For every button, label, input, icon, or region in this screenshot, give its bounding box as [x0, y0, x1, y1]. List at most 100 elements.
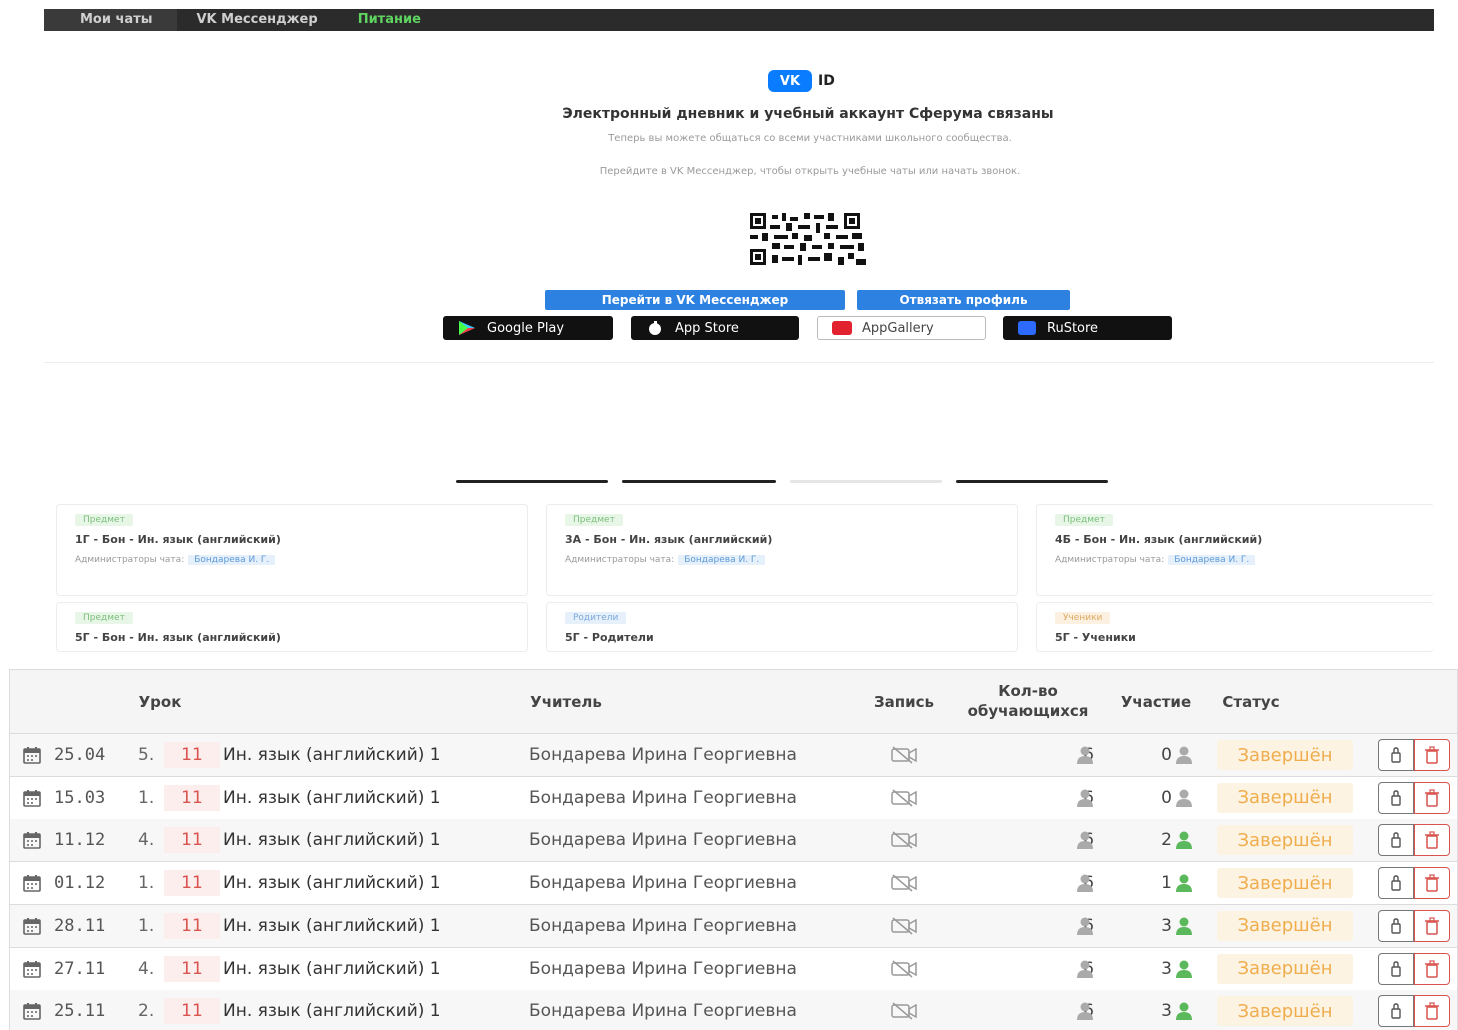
chat-tag: Родители — [565, 612, 627, 624]
nav-item-vk-messenger[interactable]: VK Мессенджер — [177, 9, 338, 31]
vk-subtext-2: Перейдите в VK Мессенджер, чтобы открыть… — [599, 166, 1021, 177]
header-status[interactable]: Статус — [1216, 692, 1286, 712]
lock-button[interactable] — [1378, 952, 1414, 985]
video-off-icon[interactable] — [890, 917, 918, 935]
go-to-vk-messenger-button[interactable]: Перейти в VK Мессенджер — [545, 290, 845, 310]
delete-button[interactable] — [1414, 909, 1450, 942]
delete-button[interactable] — [1414, 781, 1450, 814]
chat-card[interactable]: Предмет 3А - Бон - Ин. язык (английский)… — [546, 504, 1018, 596]
header-student-count[interactable]: Кол-во обучающихся — [958, 681, 1098, 721]
participation-count: 1 — [1161, 873, 1172, 894]
lock-button[interactable] — [1378, 995, 1414, 1028]
calendar-icon[interactable] — [22, 959, 42, 979]
chat-admins: Администраторы чата: Бондарева И. Г. — [1055, 555, 1256, 565]
trash-icon — [1425, 789, 1439, 807]
chat-card[interactable]: Предмет 5Г - Бон - Ин. язык (английский) — [56, 602, 528, 652]
lock-button[interactable] — [1378, 739, 1414, 771]
google-play-badge[interactable]: Google Play — [443, 316, 613, 340]
trash-icon — [1425, 959, 1439, 978]
status-badge: Завершён — [1217, 740, 1353, 770]
lesson-subject[interactable]: Ин. язык (английский) 1 — [223, 990, 441, 1030]
lesson-subject[interactable]: Ин. язык (английский) 1 — [223, 734, 441, 776]
lock-icon — [1391, 789, 1401, 806]
unlink-profile-button[interactable]: Отвязать профиль — [857, 290, 1070, 310]
chat-card[interactable]: Предмет 1Г - Бон - Ин. язык (английский)… — [56, 504, 528, 596]
trash-icon — [1425, 917, 1439, 935]
lesson-subject[interactable]: Ин. язык (английский) 1 — [223, 948, 441, 990]
lesson-date: 28.11 — [54, 915, 106, 936]
lesson-number: 5. — [138, 745, 155, 765]
lock-icon — [1391, 1003, 1401, 1019]
person-icon — [1077, 960, 1093, 978]
trash-icon — [1425, 746, 1439, 764]
person-icon — [1176, 874, 1192, 893]
video-off-icon[interactable] — [890, 874, 918, 892]
appgallery-badge[interactable]: AppGallery — [817, 316, 986, 340]
person-icon — [1077, 1002, 1093, 1021]
video-off-icon[interactable] — [890, 1002, 918, 1020]
admin-name[interactable]: Бондарева И. Г. — [678, 555, 766, 565]
lock-button[interactable] — [1378, 824, 1414, 857]
chat-title: 5Г - Родители — [565, 631, 654, 644]
admin-name[interactable]: Бондарева И. Г. — [188, 555, 276, 565]
delete-button[interactable] — [1414, 824, 1450, 857]
status-badge: Завершён — [1217, 953, 1353, 984]
delete-button[interactable] — [1414, 867, 1450, 900]
lesson-subject[interactable]: Ин. язык (английский) 1 — [223, 905, 441, 947]
lesson-subject[interactable]: Ин. язык (английский) 1 — [223, 862, 441, 904]
header-lesson[interactable]: Урок — [130, 692, 190, 712]
calendar-icon[interactable] — [22, 916, 42, 936]
nav-item-food[interactable]: Питание — [338, 9, 441, 31]
app-store-label: App Store — [675, 320, 739, 336]
header-participation[interactable]: Участие — [1114, 692, 1198, 712]
lesson-number: 2. — [138, 1001, 155, 1022]
delete-button[interactable] — [1414, 739, 1450, 771]
person-icon — [1176, 789, 1192, 807]
lesson-subject[interactable]: Ин. язык (английский) 1 — [223, 819, 441, 861]
rustore-badge[interactable]: RuStore — [1003, 316, 1172, 340]
video-off-icon[interactable] — [890, 746, 918, 764]
video-off-icon[interactable] — [890, 831, 918, 849]
trash-icon — [1425, 1002, 1439, 1020]
header-teacher[interactable]: Учитель — [526, 692, 606, 712]
lesson-number: 1. — [138, 915, 155, 936]
chat-admins: Администраторы чата: Бондарева И. Г. — [75, 555, 276, 565]
nav-item-my-chats[interactable]: Мои чаты — [44, 9, 177, 31]
app-store-badge[interactable]: App Store — [631, 316, 799, 340]
delete-button[interactable] — [1414, 952, 1450, 985]
lesson-date: 25.11 — [54, 1001, 106, 1022]
calendar-icon[interactable] — [22, 873, 42, 893]
vk-badge: VK — [768, 70, 812, 92]
header-record[interactable]: Запись — [868, 692, 940, 712]
lesson-date: 11.12 — [54, 830, 106, 851]
lesson-subject[interactable]: Ин. язык (английский) 1 — [223, 777, 441, 819]
header-student-count-line1: Кол-во — [998, 682, 1058, 700]
lesson-teacher: Бондарева Ирина Георгиевна — [529, 958, 797, 979]
chat-admins-label: Администраторы чата: — [565, 555, 675, 565]
chat-card[interactable]: Ученики 5Г - Ученики — [1036, 602, 1434, 652]
delete-button[interactable] — [1414, 995, 1450, 1028]
chat-admins-label: Администраторы чата: — [1055, 555, 1165, 565]
calendar-icon[interactable] — [22, 1001, 42, 1021]
chat-title: 4Б - Бон - Ин. язык (английский) — [1055, 533, 1263, 546]
chat-card[interactable]: Родители 5Г - Родители — [546, 602, 1018, 652]
class-badge: 11 — [164, 998, 220, 1025]
apple-icon — [649, 321, 661, 335]
class-badge: 11 — [164, 870, 220, 897]
calendar-icon[interactable] — [22, 745, 42, 765]
lock-button[interactable] — [1378, 909, 1414, 942]
video-off-icon[interactable] — [890, 789, 918, 807]
video-off-icon[interactable] — [890, 959, 918, 978]
calendar-icon[interactable] — [22, 830, 42, 850]
lock-button[interactable] — [1378, 867, 1414, 900]
status-badge: Завершён — [1217, 782, 1353, 813]
table-row: 01.12 1. 11 Ин. язык (английский) 1 Бондарев… — [10, 862, 1457, 906]
status-badge: Завершён — [1217, 910, 1353, 941]
huawei-appgallery-icon — [832, 321, 852, 335]
admin-name[interactable]: Бондарева И. Г. — [1168, 555, 1256, 565]
participation-count: 3 — [1161, 915, 1172, 936]
chat-card[interactable]: Предмет 4Б - Бон - Ин. язык (английский)… — [1036, 504, 1434, 596]
lock-button[interactable] — [1378, 781, 1414, 814]
chat-tag: Предмет — [1055, 514, 1113, 526]
calendar-icon[interactable] — [22, 788, 42, 808]
